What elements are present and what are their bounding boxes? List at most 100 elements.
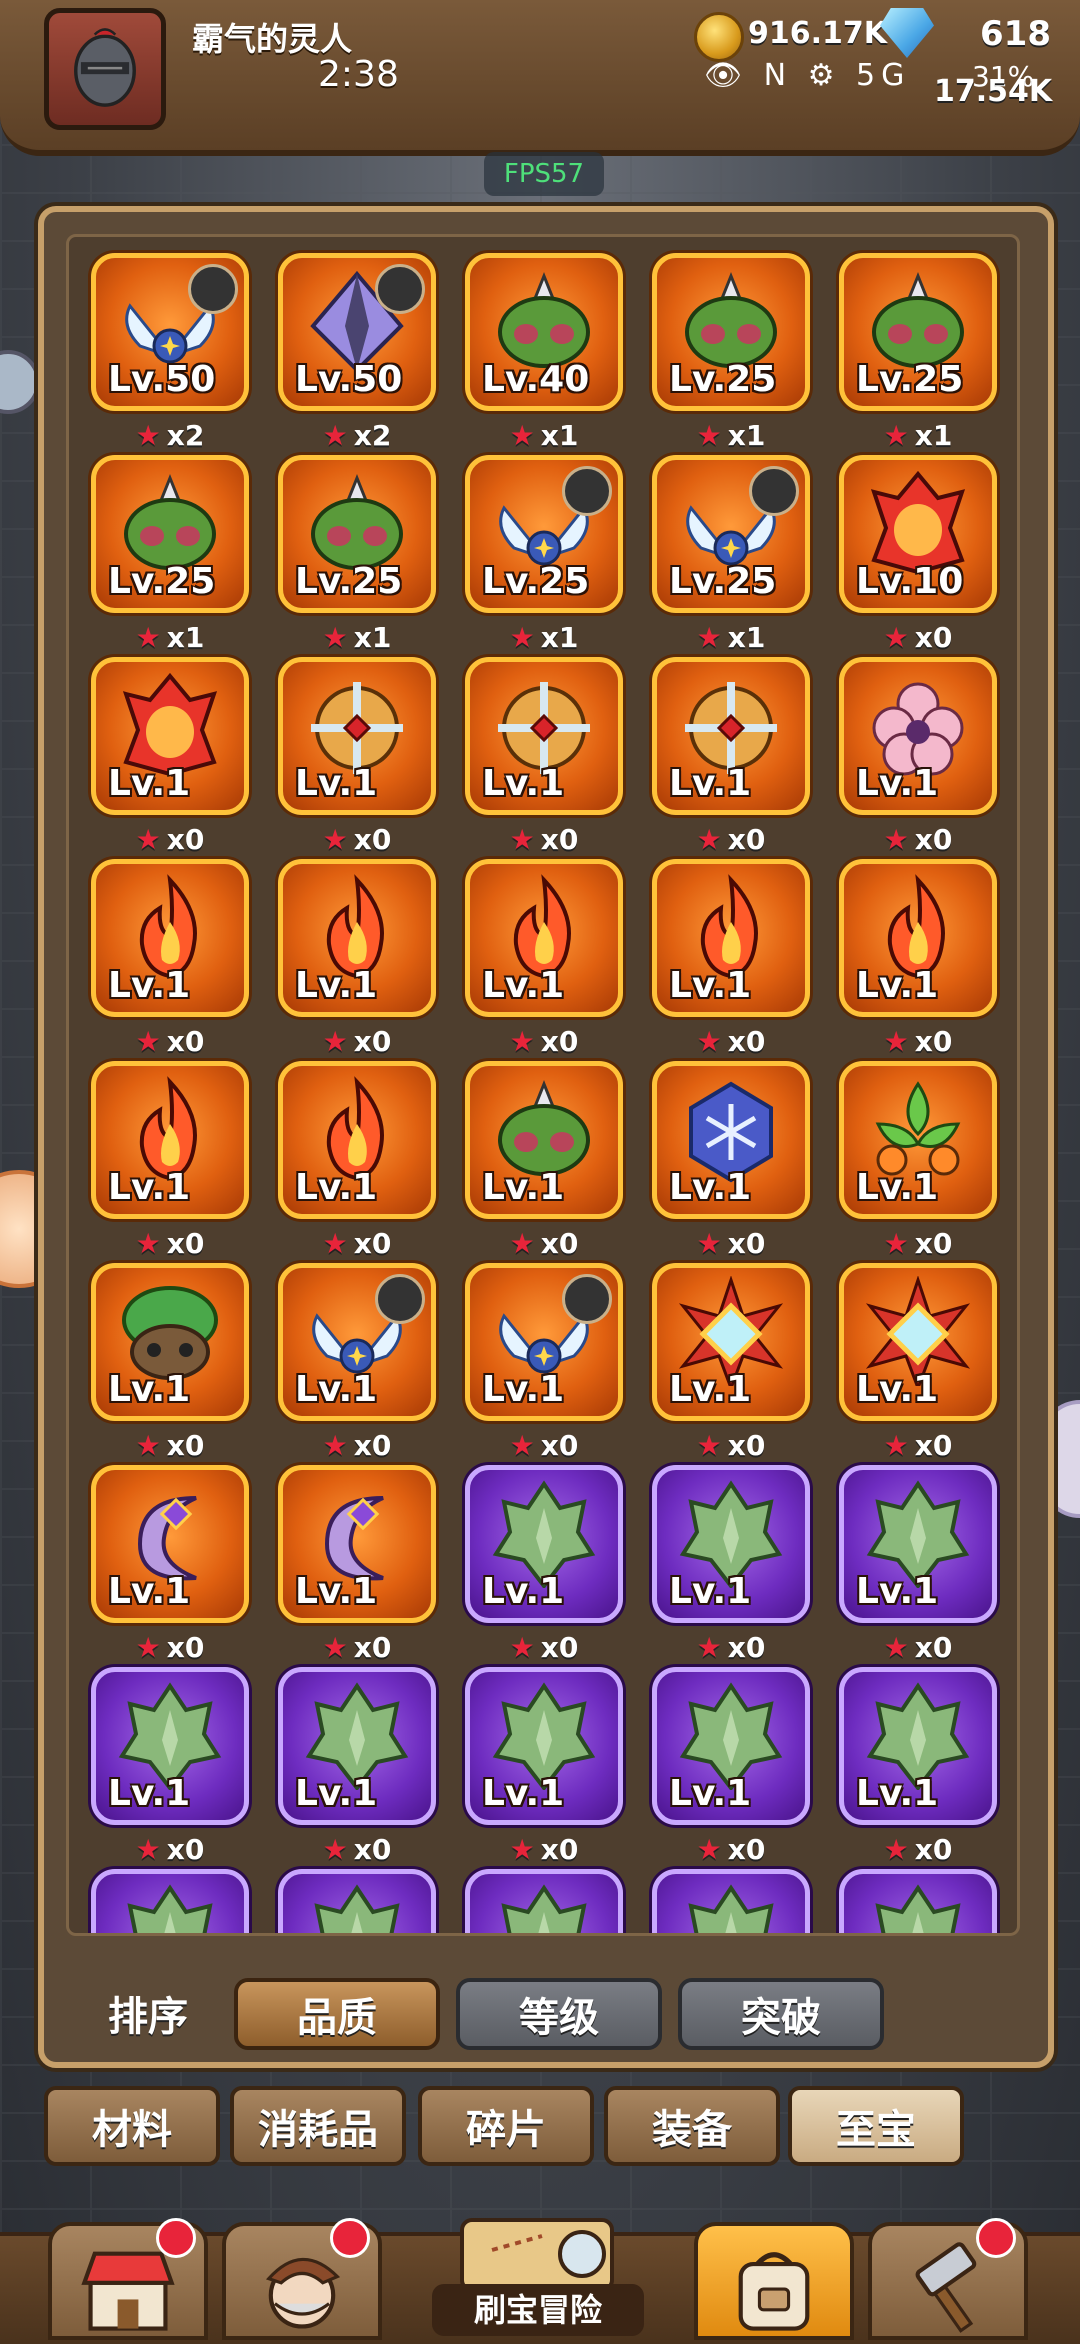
item-tile[interactable]: Lv.25 (465, 455, 623, 613)
item-tile[interactable]: Lv.1 (839, 859, 997, 1017)
item-tile[interactable]: Lv.1 (465, 657, 623, 815)
item-tile[interactable]: Lv.1 (278, 1667, 436, 1825)
item-slot[interactable]: Lv.1 ★ x0 (91, 1061, 249, 1260)
sort-by-level-button[interactable]: 等级 (456, 1978, 662, 2050)
item-tile[interactable]: Lv.1 (278, 859, 436, 1017)
nav-hero-button[interactable] (222, 2218, 382, 2340)
item-tile[interactable] (278, 1869, 436, 1933)
item-slot[interactable]: Lv.1 ★ x0 (652, 1667, 810, 1866)
item-slot[interactable]: Lv.1 ★ x0 (839, 1465, 997, 1664)
item-slot[interactable]: Lv.1 ★ x0 (465, 859, 623, 1058)
item-tile[interactable]: Lv.1 (839, 1061, 997, 1219)
item-slot[interactable]: Lv.1 ★ x0 (652, 1465, 810, 1664)
item-slot[interactable]: Lv.1 ★ x0 (465, 1263, 623, 1462)
item-tile[interactable]: Lv.1 (91, 859, 249, 1017)
item-slot[interactable]: Lv.1 ★ x0 (652, 1263, 810, 1462)
item-slot[interactable]: Lv.1 ★ x0 (91, 1465, 249, 1664)
item-slot[interactable]: Lv.1 ★ x0 (839, 1667, 997, 1866)
item-slot[interactable]: Lv.1 ★ x0 (278, 1263, 436, 1462)
tab-materials[interactable]: 材料 (44, 2086, 220, 2166)
item-tile[interactable]: Lv.25 (278, 455, 436, 613)
player-avatar[interactable] (44, 8, 166, 130)
item-tile[interactable]: Lv.1 (839, 1667, 997, 1825)
item-slot[interactable]: Lv.1 ★ x0 (652, 1061, 810, 1260)
item-tile[interactable] (839, 1869, 997, 1933)
item-slot[interactable]: Lv.1 ★ x0 (465, 657, 623, 856)
item-tile[interactable]: Lv.1 (278, 1061, 436, 1219)
item-slot[interactable]: Lv.10 ★ x0 (839, 455, 997, 654)
item-tile[interactable]: Lv.1 (278, 1263, 436, 1421)
item-slot[interactable]: Lv.1 ★ x0 (465, 1061, 623, 1260)
tab-consumables[interactable]: 消耗品 (230, 2086, 406, 2166)
item-slot[interactable]: Lv.1 ★ x0 (278, 859, 436, 1058)
item-slot[interactable]: Lv.1 ★ x0 (465, 1465, 623, 1664)
item-grid-container[interactable]: Lv.50 ★ x2 Lv.50 ★ x2 Lv.40 ★ x1 Lv.25 ★ x1 Lv.25 ★ x1… (66, 234, 1020, 1936)
item-tile[interactable]: Lv.25 (839, 253, 997, 411)
item-tile[interactable]: Lv.1 (465, 1667, 623, 1825)
item-tile[interactable] (652, 1869, 810, 1933)
item-tile[interactable]: Lv.1 (91, 1465, 249, 1623)
item-tile[interactable]: Lv.25 (652, 455, 810, 613)
item-slot[interactable]: Lv.40 ★ x1 (465, 253, 623, 452)
item-tile[interactable]: Lv.1 (839, 1263, 997, 1421)
item-tile[interactable]: Lv.1 (652, 1061, 810, 1219)
item-tile[interactable]: Lv.25 (91, 455, 249, 613)
item-tile[interactable]: Lv.1 (839, 657, 997, 815)
item-slot[interactable]: Lv.1 ★ x0 (278, 1465, 436, 1664)
item-tile[interactable]: Lv.1 (278, 1465, 436, 1623)
item-tile[interactable]: Lv.1 (652, 1263, 810, 1421)
item-tile[interactable]: Lv.1 (91, 1061, 249, 1219)
item-slot[interactable]: Lv.25 ★ x1 (91, 455, 249, 654)
item-slot[interactable]: Lv.50 ★ x2 (91, 253, 249, 452)
item-slot[interactable]: Lv.1 ★ x0 (91, 657, 249, 856)
item-tile[interactable]: Lv.50 (91, 253, 249, 411)
nav-adventure-button[interactable]: 刷宝冒险 (392, 2200, 684, 2340)
item-slot[interactable]: Lv.1 ★ x0 (839, 1061, 997, 1260)
nav-bag-button[interactable] (694, 2222, 854, 2340)
item-slot[interactable]: Lv.1 ★ x0 (91, 1667, 249, 1866)
item-tile[interactable]: Lv.1 (652, 657, 810, 815)
sort-by-breakthrough-button[interactable]: 突破 (678, 1978, 884, 2050)
item-slot[interactable]: Lv.1 ★ x0 (839, 657, 997, 856)
item-slot[interactable]: Lv.1 ★ x0 (278, 1061, 436, 1260)
item-slot[interactable]: Lv.1 ★ x0 (652, 657, 810, 856)
item-tile[interactable]: Lv.1 (465, 1263, 623, 1421)
item-slot[interactable]: Lv.1 ★ x0 (839, 859, 997, 1058)
item-tile[interactable]: Lv.1 (652, 1667, 810, 1825)
item-slot[interactable]: Lv.1 ★ x0 (278, 657, 436, 856)
item-slot[interactable]: Lv.25 ★ x1 (652, 455, 810, 654)
item-tile[interactable]: Lv.1 (278, 657, 436, 815)
item-tile[interactable]: Lv.1 (465, 1465, 623, 1623)
item-slot[interactable]: Lv.25 ★ x1 (652, 253, 810, 452)
item-slot[interactable]: Lv.25 ★ x1 (839, 253, 997, 452)
tab-fragments[interactable]: 碎片 (418, 2086, 594, 2166)
item-tile[interactable]: Lv.1 (652, 859, 810, 1017)
item-tile[interactable]: Lv.1 (839, 1465, 997, 1623)
item-slot[interactable]: Lv.1 ★ x0 (652, 859, 810, 1058)
item-slot[interactable] (91, 1869, 249, 1933)
item-slot[interactable]: Lv.50 ★ x2 (278, 253, 436, 452)
sort-by-quality-button[interactable]: 品质 (234, 1978, 440, 2050)
item-slot[interactable] (278, 1869, 436, 1933)
item-tile[interactable] (91, 1869, 249, 1933)
item-slot[interactable]: Lv.1 ★ x0 (91, 859, 249, 1058)
nav-forge-button[interactable] (868, 2218, 1028, 2340)
item-tile[interactable] (465, 1869, 623, 1933)
item-slot[interactable] (652, 1869, 810, 1933)
item-tile[interactable]: Lv.40 (465, 253, 623, 411)
item-slot[interactable]: Lv.25 ★ x1 (465, 455, 623, 654)
item-tile[interactable]: Lv.50 (278, 253, 436, 411)
item-slot[interactable]: Lv.1 ★ x0 (278, 1667, 436, 1866)
tab-equipment[interactable]: 装备 (604, 2086, 780, 2166)
item-tile[interactable]: Lv.10 (839, 455, 997, 613)
item-tile[interactable]: Lv.1 (91, 1263, 249, 1421)
item-slot[interactable] (839, 1869, 997, 1933)
item-slot[interactable]: Lv.1 ★ x0 (465, 1667, 623, 1866)
item-slot[interactable]: Lv.1 ★ x0 (839, 1263, 997, 1462)
item-slot[interactable] (465, 1869, 623, 1933)
item-slot[interactable]: Lv.1 ★ x0 (91, 1263, 249, 1462)
item-tile[interactable]: Lv.1 (91, 657, 249, 815)
item-tile[interactable]: Lv.1 (652, 1465, 810, 1623)
item-tile[interactable]: Lv.1 (465, 1061, 623, 1219)
item-tile[interactable]: Lv.25 (652, 253, 810, 411)
